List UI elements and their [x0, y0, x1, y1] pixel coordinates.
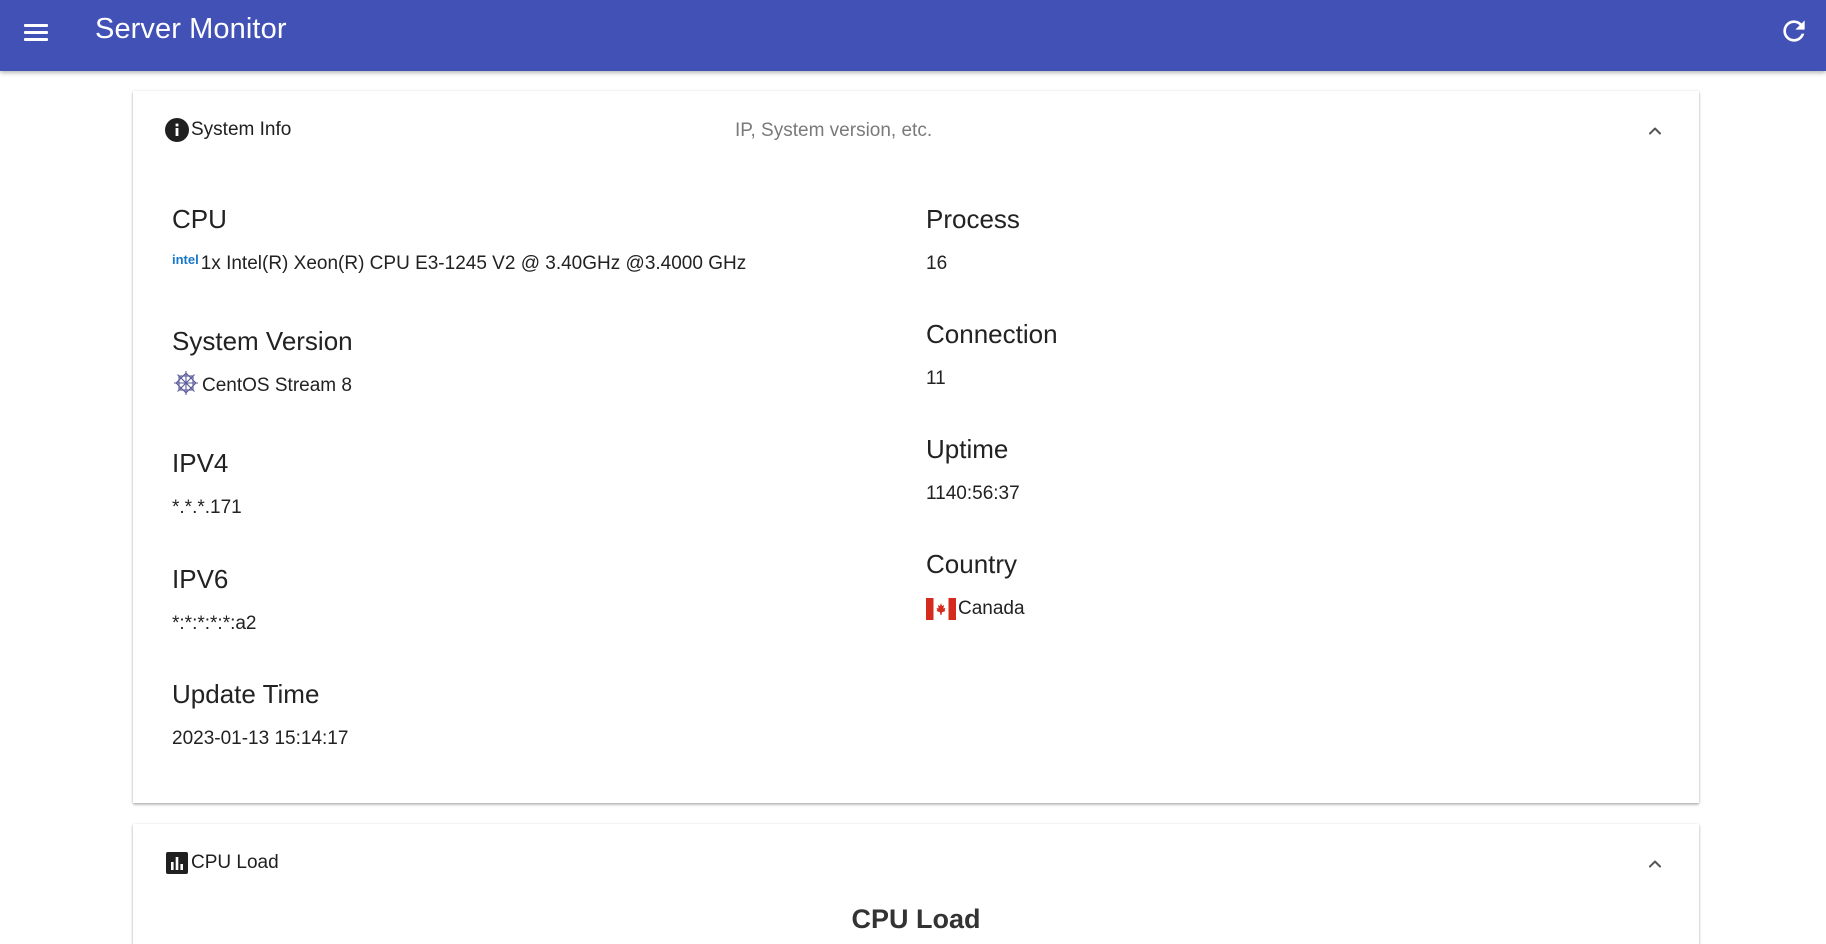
- update-time-value: 2023-01-13 15:14:17: [172, 728, 349, 749]
- info-icon: [165, 118, 189, 142]
- cpu-value: 1x Intel(R) Xeon(R) CPU E3-1245 V2 @ 3.4…: [200, 253, 747, 274]
- canada-flag-icon: [926, 598, 956, 620]
- country-item: Country Canada: [926, 549, 1025, 621]
- app-bar: Server Monitor: [0, 0, 1826, 71]
- connection-item: Connection 11: [926, 319, 1058, 391]
- country-value: Canada: [958, 598, 1025, 619]
- chevron-up-icon[interactable]: [1645, 854, 1665, 874]
- cpu-label: CPU: [172, 204, 227, 234]
- update-time-item: Update Time 2023-01-13 15:14:17: [172, 679, 348, 751]
- cpu-value-row: intel 1x Intel(R) Xeon(R) CPU E3-1245 V2…: [172, 252, 746, 276]
- system-info-header[interactable]: System Info IP, System version, etc.: [133, 91, 1699, 169]
- menu-icon-line: [24, 38, 48, 41]
- system-version-value: CentOS Stream 8: [202, 375, 352, 396]
- country-label: Country: [926, 549, 1018, 579]
- process-value: 16: [926, 253, 948, 274]
- country-value-row: Canada: [926, 597, 1025, 621]
- app-title: Server Monitor: [95, 13, 287, 45]
- refresh-button[interactable]: [1778, 15, 1810, 47]
- system-info-subtitle: IP, System version, etc.: [735, 120, 933, 141]
- uptime-label: Uptime: [926, 434, 1009, 464]
- ipv4-value: *.*.*.171: [172, 497, 242, 518]
- update-time-label: Update Time: [172, 679, 320, 709]
- system-info-panel: System Info IP, System version, etc. CPU…: [133, 91, 1699, 803]
- ipv4-label: IPV4: [172, 448, 229, 478]
- chevron-up-icon[interactable]: [1645, 121, 1665, 141]
- cpu-load-header[interactable]: CPU Load: [133, 824, 1699, 902]
- process-label: Process: [926, 204, 1020, 234]
- cpu-load-title: CPU Load: [191, 852, 279, 873]
- uptime-item: Uptime 1140:56:37: [926, 434, 1020, 506]
- bar-chart-icon: [166, 852, 188, 874]
- cpu-load-panel: CPU Load CPU Load: [133, 824, 1699, 944]
- system-version-item: System Version CentOS Stream 8: [172, 326, 353, 398]
- ipv6-value: *:*:*:*:*:a2: [172, 613, 257, 634]
- system-version-label: System Version: [172, 326, 353, 356]
- connection-label: Connection: [926, 319, 1058, 349]
- refresh-icon: [1783, 20, 1805, 42]
- ipv6-label: IPV6: [172, 564, 229, 594]
- cpu-load-chart-title: CPU Load: [851, 904, 981, 934]
- menu-icon-line: [24, 31, 48, 34]
- centos-logo-icon: [174, 371, 198, 395]
- ipv4-item: IPV4 *.*.*.171: [172, 448, 242, 520]
- ipv6-item: IPV6 *:*:*:*:*:a2: [172, 564, 257, 636]
- uptime-value: 1140:56:37: [926, 483, 1020, 504]
- system-info-title: System Info: [191, 119, 292, 140]
- menu-icon-line: [24, 24, 48, 27]
- menu-button[interactable]: [20, 16, 52, 48]
- cpu-item: CPU intel 1x Intel(R) Xeon(R) CPU E3-124…: [172, 204, 746, 276]
- system-version-value-row: CentOS Stream 8: [172, 371, 353, 398]
- process-item: Process 16: [926, 204, 1020, 276]
- connection-value: 11: [926, 368, 946, 389]
- intel-logo-icon: intel: [172, 252, 199, 267]
